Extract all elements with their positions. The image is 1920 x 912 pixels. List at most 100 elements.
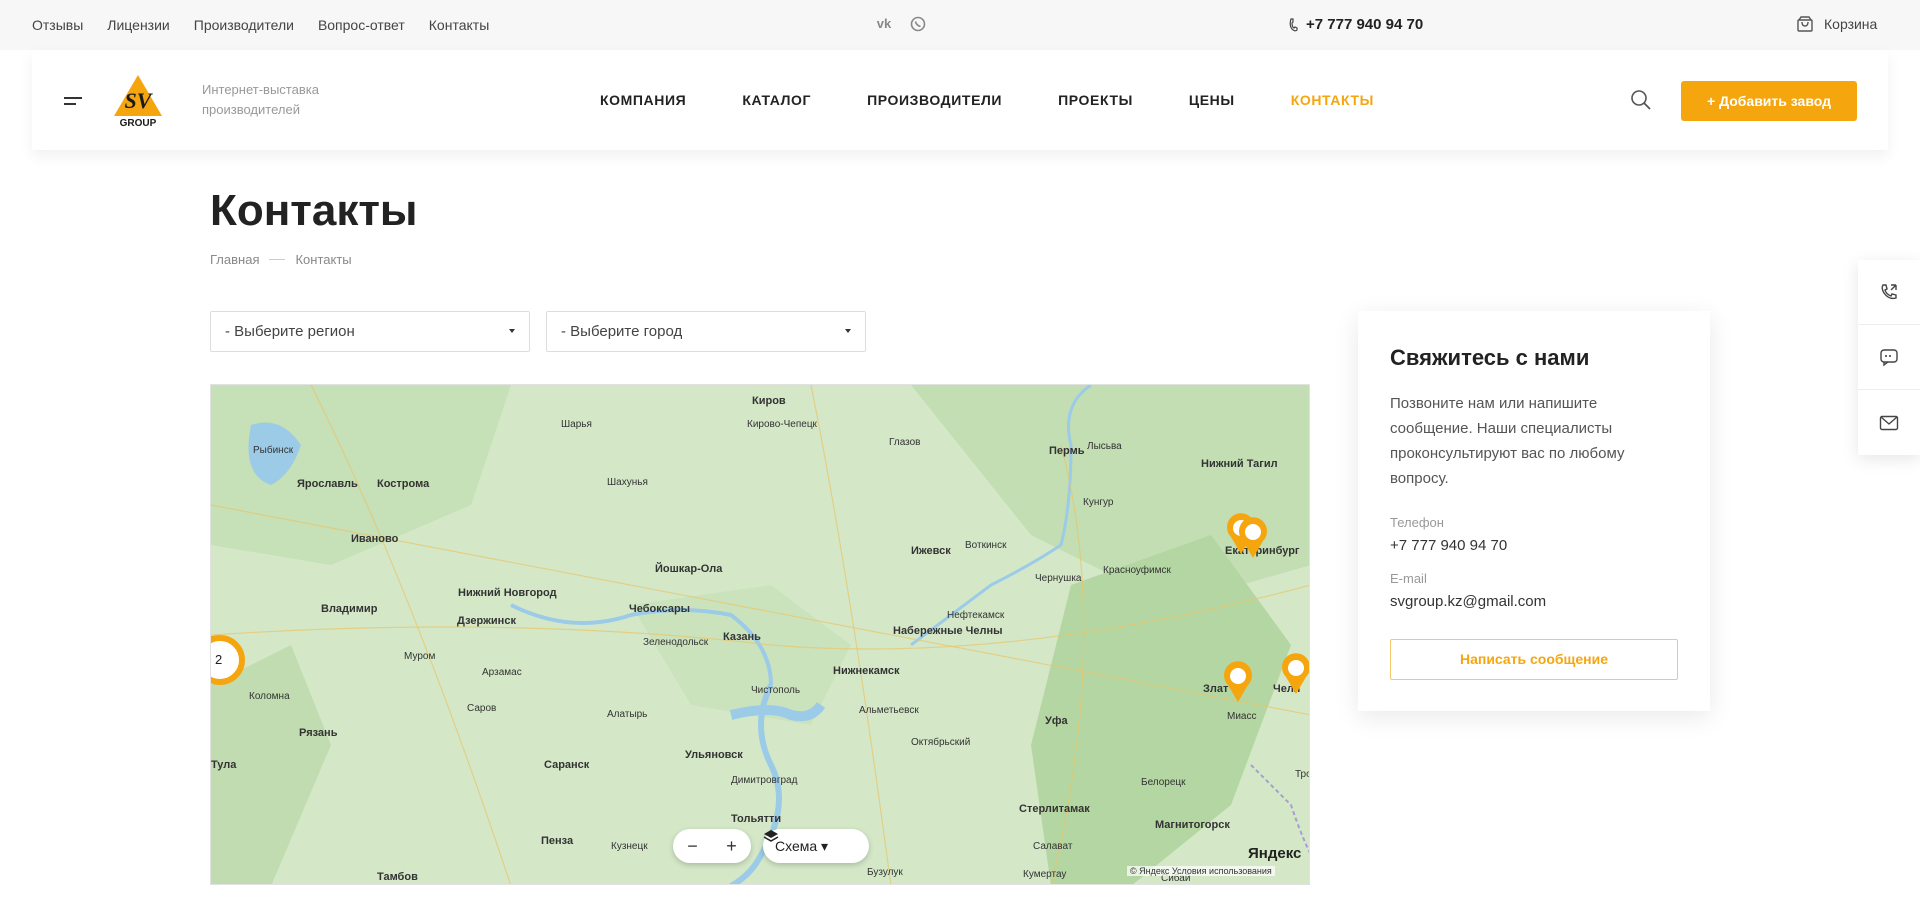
chat-icon[interactable] <box>1858 325 1920 390</box>
top-link-contacts[interactable]: Контакты <box>429 17 489 33</box>
phone-icon <box>1289 17 1298 31</box>
whatsapp-icon[interactable] <box>910 16 926 32</box>
add-factory-button[interactable]: + Добавить завод <box>1681 81 1857 121</box>
search-icon[interactable] <box>1630 89 1652 111</box>
zoom-out-button[interactable]: − <box>673 829 712 863</box>
map-city-label: Тамбов <box>377 871 418 883</box>
map-pin-marker[interactable] <box>1236 517 1270 559</box>
top-phone[interactable]: +7 777 940 94 70 <box>1288 16 1423 33</box>
nav-projects[interactable]: ПРОЕКТЫ <box>1058 92 1133 108</box>
map-city-label: Ульяновск <box>685 749 743 761</box>
map-city-label: Казань <box>723 631 761 643</box>
nav-catalog[interactable]: КАТАЛОГ <box>742 92 811 108</box>
menu-burger-icon[interactable] <box>64 97 82 109</box>
cart-label: Корзина <box>1824 16 1878 32</box>
breadcrumb-current: Контакты <box>295 252 352 267</box>
site-logo[interactable]: SV GROUP <box>110 72 166 129</box>
top-link-licenses[interactable]: Лицензии <box>107 17 169 33</box>
map-pin-marker[interactable] <box>1221 661 1255 703</box>
map-city-label: Нефтекамск <box>947 610 1005 621</box>
map-city-label: Зеленодольск <box>643 637 709 648</box>
email-value[interactable]: svgroup.kz@gmail.com <box>1390 593 1546 610</box>
map-city-label: Арзамас <box>482 667 522 678</box>
map-city-label: Тольятти <box>731 813 782 825</box>
svg-text:GROUP: GROUP <box>120 118 157 128</box>
map-city-label: Тро <box>1295 769 1309 780</box>
map-city-label: Чернушка <box>1035 573 1082 584</box>
social-links: vk <box>876 16 926 32</box>
phone-value[interactable]: +7 777 940 94 70 <box>1390 537 1507 554</box>
breadcrumb-separator <box>269 259 286 260</box>
breadcrumb-home[interactable]: Главная <box>210 252 259 267</box>
city-select[interactable]: - Выберите город <box>546 311 866 352</box>
top-bar: Отзывы Лицензии Производители Вопрос-отв… <box>0 0 1920 50</box>
page-title: Контакты <box>210 186 418 235</box>
map-city-label: Нижний Новгород <box>458 587 557 599</box>
map-city-label: Чистополь <box>751 685 801 696</box>
zoom-in-button[interactable]: + <box>712 829 751 863</box>
yandex-logo: Яндекс <box>1248 845 1302 862</box>
map-pin-marker[interactable] <box>1279 653 1309 695</box>
breadcrumb: Главная Контакты <box>210 252 352 267</box>
top-link-reviews[interactable]: Отзывы <box>32 17 83 33</box>
map-city-label: Красноуфимск <box>1103 565 1171 576</box>
map-layer-label: Схема ▾ <box>775 838 829 854</box>
map-city-label: Бузулук <box>867 867 903 878</box>
map-city-label: Шарья <box>561 419 592 430</box>
map-layer-button[interactable]: Схема ▾ <box>763 829 869 863</box>
top-link-manufacturers[interactable]: Производители <box>194 17 294 33</box>
yandex-map[interactable]: Киров Кирово-Чепецк Шарья Глазов Пермь Л… <box>210 384 1310 885</box>
map-city-label: Муром <box>404 651 436 662</box>
callback-icon[interactable] <box>1858 260 1920 325</box>
nav-company[interactable]: КОМПАНИЯ <box>600 92 686 108</box>
map-city-label: Алатырь <box>607 709 648 720</box>
map-city-label: Кострома <box>377 478 430 490</box>
contact-card-description: Позвоните нам или напишите сообщение. На… <box>1390 395 1625 487</box>
map-cluster-marker[interactable]: 2 <box>211 635 245 685</box>
mail-icon[interactable] <box>1858 390 1920 455</box>
nav-contacts[interactable]: КОНТАКТЫ <box>1291 92 1374 108</box>
map-city-label: Кирово-Чепецк <box>747 419 817 430</box>
map-city-label: Ижевск <box>911 545 951 557</box>
map-city-label: Иваново <box>351 533 399 545</box>
map-city-label: Рыбинск <box>253 445 294 456</box>
map-city-label: Белорецк <box>1141 777 1186 788</box>
map-city-label: Киров <box>752 395 786 407</box>
map-city-label: Чебоксары <box>629 603 691 615</box>
map-city-label: Альметьевск <box>859 705 919 716</box>
vk-icon[interactable]: vk <box>876 16 892 32</box>
region-select[interactable]: - Выберите регион <box>210 311 530 352</box>
map-city-label: Уфа <box>1045 715 1068 727</box>
write-message-button[interactable]: Написать сообщение <box>1390 639 1678 680</box>
phone-label: Телефон <box>1390 515 1444 530</box>
map-city-label: Ярославль <box>297 478 358 490</box>
top-link-faq[interactable]: Вопрос-ответ <box>318 17 405 33</box>
map-city-label: Владимир <box>321 603 378 615</box>
side-contact-widget <box>1858 260 1920 455</box>
chevron-down-icon <box>845 329 851 333</box>
zoom-control: − + <box>673 829 751 863</box>
map-city-label: Кунгур <box>1083 497 1114 508</box>
map-city-label: Глазов <box>889 437 921 448</box>
map-city-label: Нижнекамск <box>833 665 900 677</box>
nav-manufacturers[interactable]: ПРОИЗВОДИТЕЛИ <box>867 92 1002 108</box>
map-attribution[interactable]: © Яндекс Условия использования <box>1127 866 1275 876</box>
map-city-label: Миасс <box>1227 711 1257 722</box>
map-city-label: Коломна <box>249 691 290 702</box>
email-label: E-mail <box>1390 571 1427 586</box>
map-city-label: Дзержинск <box>457 615 516 627</box>
map-city-label: Тула <box>211 759 237 771</box>
map-city-label: Кумертау <box>1023 869 1067 880</box>
cart-link[interactable]: Корзина <box>1796 15 1877 33</box>
map-city-label: Рязань <box>299 727 338 739</box>
map-city-label: Нижний Тагил <box>1201 458 1278 470</box>
map-pin-icon <box>1282 653 1309 694</box>
map-city-label: Набережные Челны <box>893 625 1003 637</box>
layers-icon <box>763 830 779 842</box>
nav-prices[interactable]: ЦЕНЫ <box>1189 92 1235 108</box>
map-city-label: Шахунья <box>607 477 648 488</box>
map-city-label: Салават <box>1033 841 1073 852</box>
cart-icon <box>1797 16 1813 32</box>
chevron-down-icon <box>509 329 515 333</box>
contact-card: Свяжитесь с нами Позвоните нам или напиш… <box>1358 311 1710 711</box>
